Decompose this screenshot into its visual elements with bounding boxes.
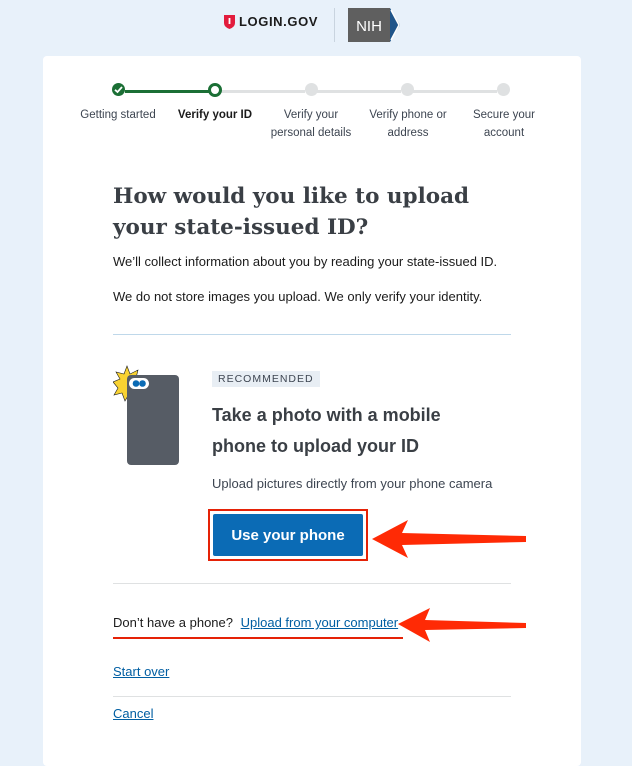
link-highlight-underline xyxy=(113,637,403,639)
step-indicator: Getting started Verify your ID Verify yo… xyxy=(43,82,581,172)
no-phone-prompt: Don’t have a phone? xyxy=(113,615,233,630)
step-current-icon xyxy=(208,83,222,97)
step-connector-complete xyxy=(125,90,209,93)
cancel-link[interactable]: Cancel xyxy=(113,706,153,721)
phone-option-description: Upload pictures directly from your phone… xyxy=(212,476,493,491)
start-over-row: Start over xyxy=(113,664,169,679)
nih-logo-text: NIH xyxy=(356,18,382,35)
annotation-arrow-icon xyxy=(372,520,526,558)
step-connector xyxy=(413,90,497,93)
step-complete-check-icon xyxy=(112,83,125,96)
recommended-badge: RECOMMENDED xyxy=(212,371,320,387)
step-upcoming-icon xyxy=(305,83,318,96)
header-divider xyxy=(334,8,335,42)
login-gov-logo[interactable]: LOGIN.GOV xyxy=(224,14,318,29)
phone-option-title: Take a photo with a mobile phone to uplo… xyxy=(212,405,441,456)
phone-camera-icon xyxy=(113,365,179,465)
main-card: Getting started Verify your ID Verify yo… xyxy=(43,56,581,766)
upload-from-computer-row: Don’t have a phone? Upload from your com… xyxy=(113,615,398,630)
cancel-row: Cancel xyxy=(113,706,153,721)
section-divider xyxy=(113,696,511,697)
step-label-personal-details: Verify your personal details xyxy=(270,109,352,139)
section-divider xyxy=(113,334,511,335)
step-connector xyxy=(221,90,305,93)
intro-privacy-text: We do not store images you upload. We on… xyxy=(113,289,483,304)
step-label-secure-account: Secure your account xyxy=(472,109,535,139)
site-header: LOGIN.GOV NIH xyxy=(0,0,632,52)
page-title: How would you like to upload your state-… xyxy=(113,184,470,240)
upload-from-computer-link[interactable]: Upload from your computer xyxy=(241,615,399,630)
intro-collect-text: We’ll collect information about you by r… xyxy=(113,254,498,269)
step-upcoming-icon xyxy=(401,83,414,96)
use-your-phone-button[interactable]: Use your phone xyxy=(213,514,363,556)
shield-icon xyxy=(224,14,235,29)
step-label-phone-or-address: Verify phone or address xyxy=(369,109,447,139)
step-label-getting-started: Getting started xyxy=(80,109,156,121)
brand-name: LOGIN.GOV xyxy=(239,14,319,29)
section-divider xyxy=(113,583,511,584)
step-label-verify-id: Verify your ID xyxy=(177,109,253,121)
nih-logo: NIH xyxy=(348,8,400,42)
start-over-link[interactable]: Start over xyxy=(113,664,169,679)
step-upcoming-icon xyxy=(497,83,510,96)
step-connector xyxy=(317,90,401,93)
annotation-arrow-icon xyxy=(398,608,526,642)
